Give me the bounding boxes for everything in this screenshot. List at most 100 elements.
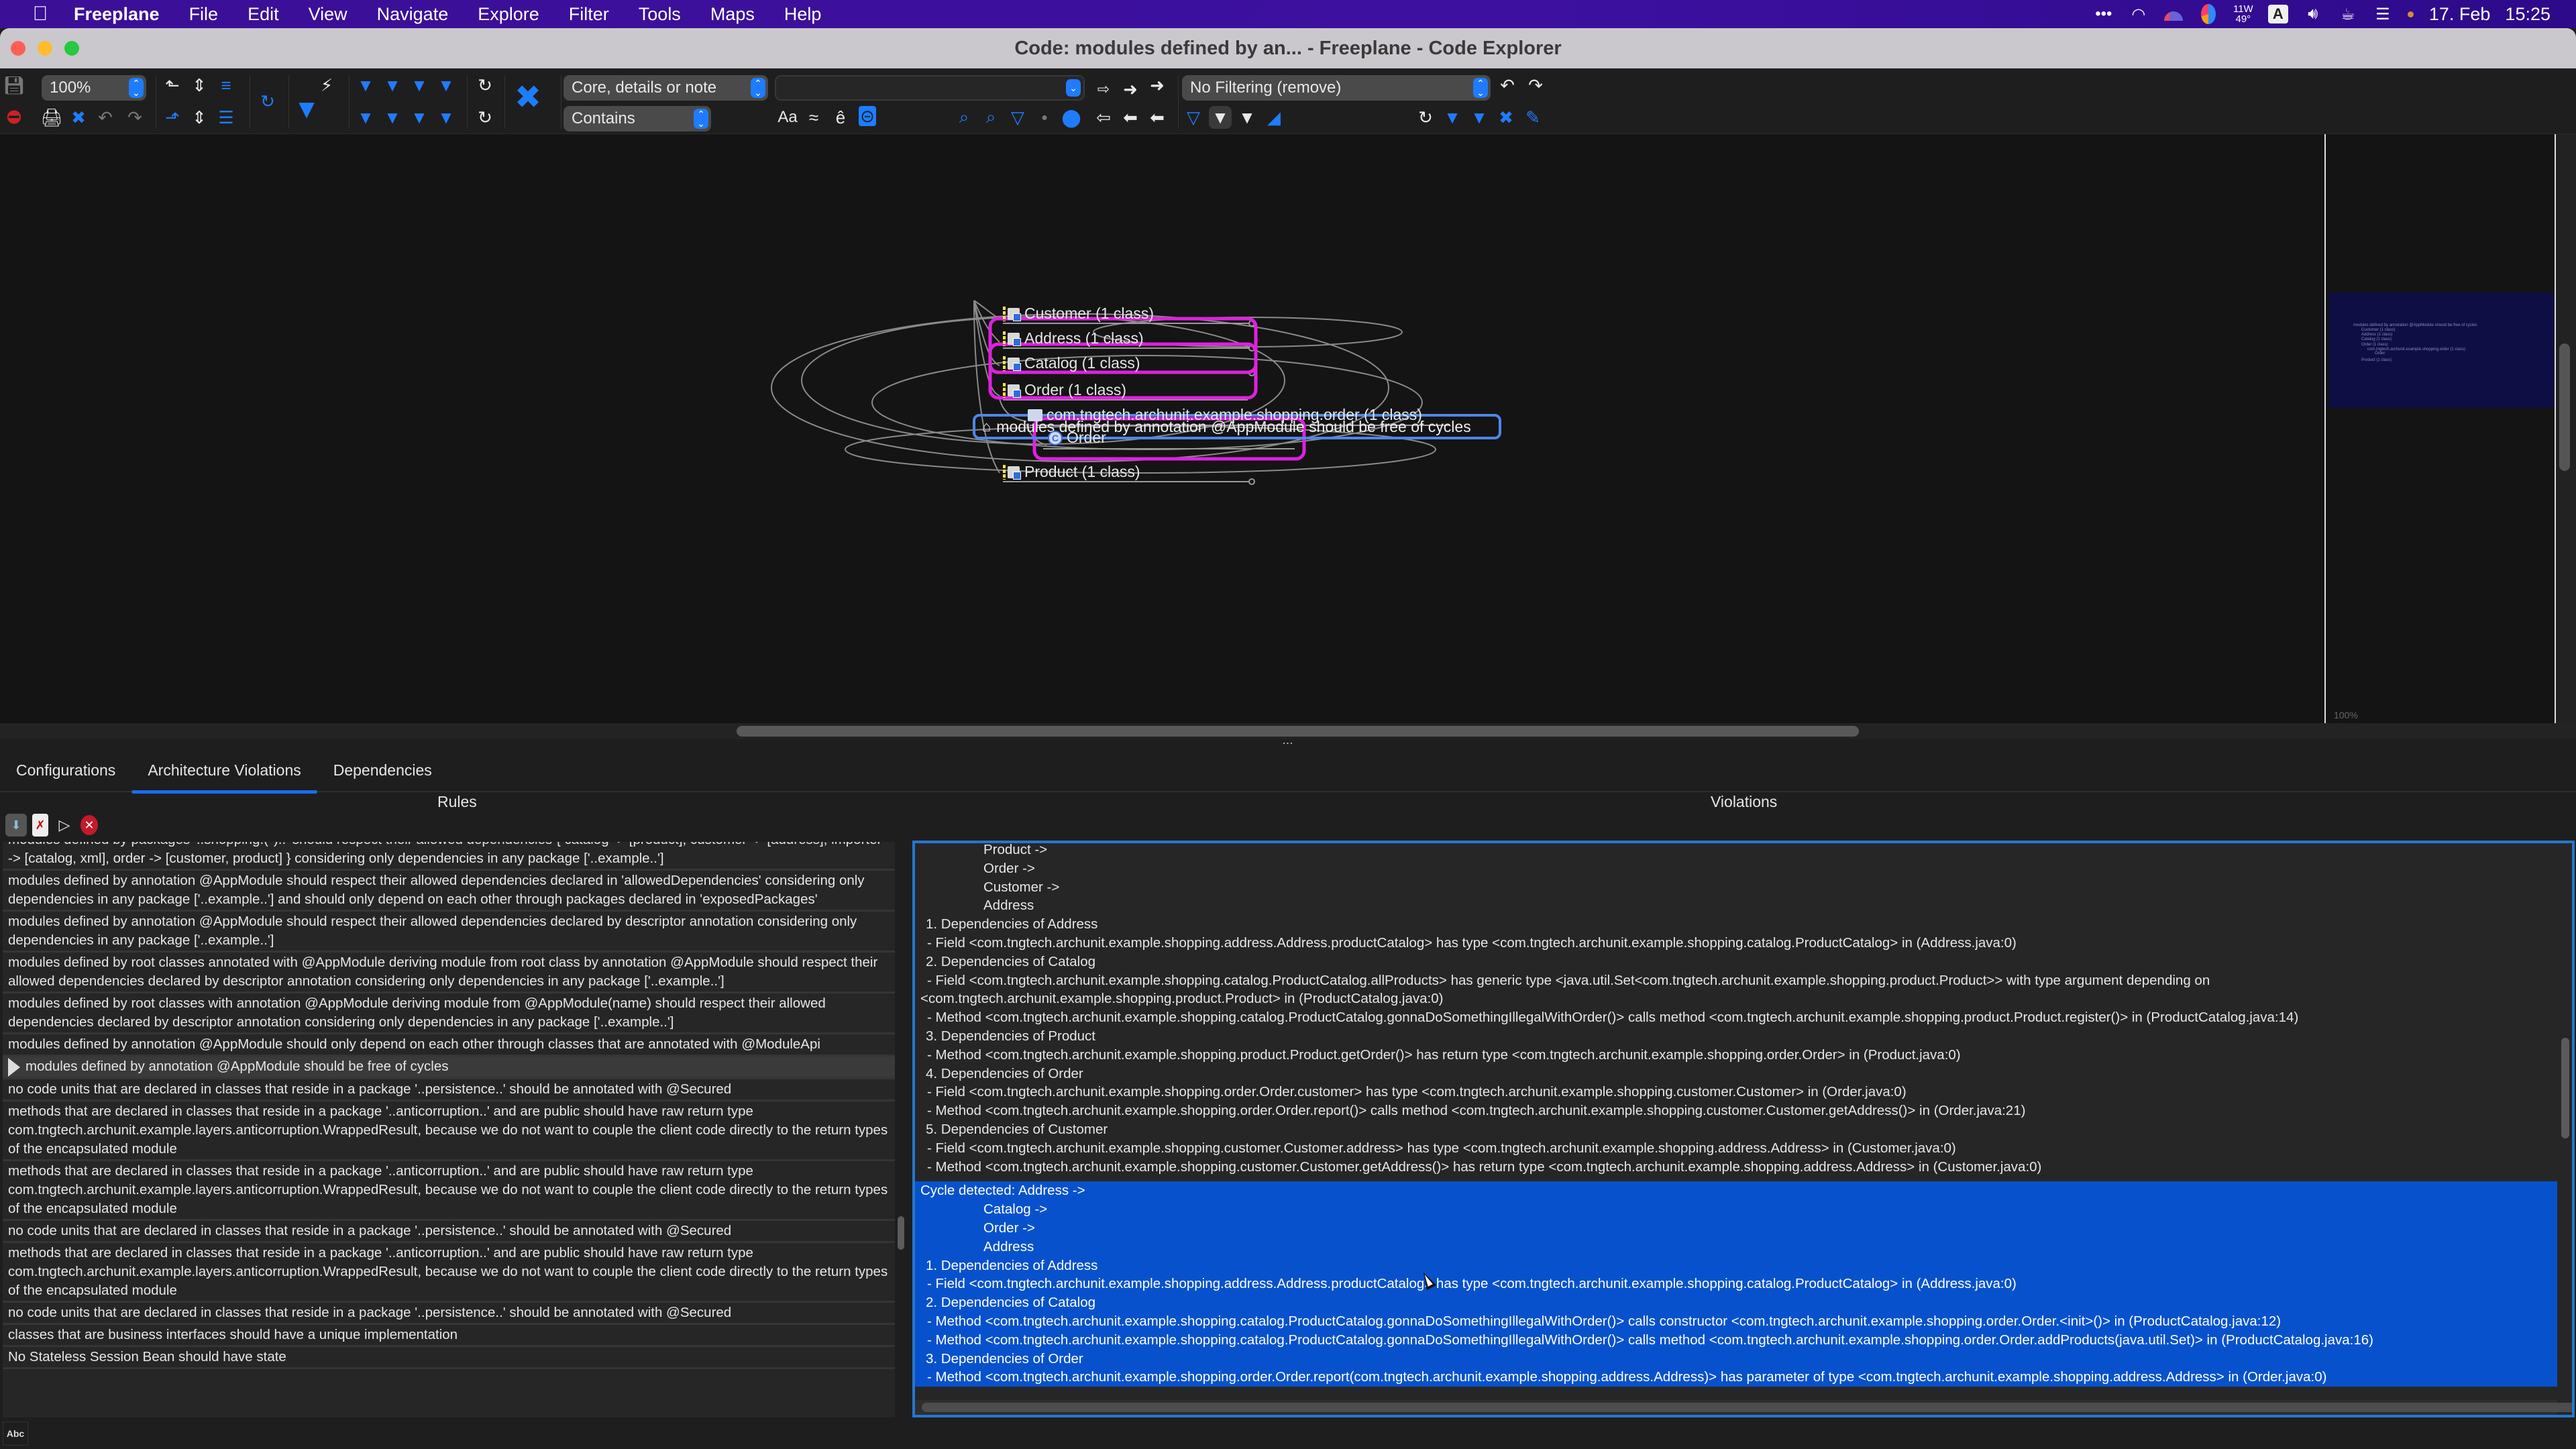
filter-ancestors-toggle-icon[interactable]: ▼ — [1209, 106, 1232, 129]
filter-flash-icon[interactable]: ▽ — [1006, 106, 1029, 129]
search-mode-select[interactable]: Contains ⌃ ⌄ — [564, 106, 711, 131]
menu-filter[interactable]: Filter — [569, 4, 609, 25]
filter-undo-icon[interactable]: ↶ — [1496, 74, 1519, 97]
menu-edit[interactable]: Edit — [248, 4, 279, 25]
filter-ancestors-icon[interactable]: ▼ — [354, 106, 377, 129]
split-pane-handle[interactable]: ⋯ — [1278, 739, 1298, 750]
filter-descendants-toggle-icon[interactable]: ▼ — [1236, 106, 1258, 129]
weather-widget[interactable]: 11W 49° — [2233, 4, 2253, 24]
rule-item[interactable]: modules defined by root classes with ann… — [3, 994, 895, 1034]
tab-configurations[interactable]: Configurations — [0, 755, 131, 792]
go-back-outline-icon[interactable]: ⇦ — [1092, 106, 1115, 129]
rule-item[interactable]: no code units that are declared in class… — [3, 1303, 895, 1325]
scrollbar-thumb[interactable] — [922, 1403, 2572, 1412]
rule-item[interactable]: modules defined by annotation @AppModule… — [3, 912, 895, 953]
menu-app-freeplane[interactable]: Freeplane — [74, 4, 160, 25]
search-input[interactable]: ⌄ — [775, 75, 1085, 101]
rule-item[interactable]: no code units that are declared in class… — [3, 1221, 895, 1243]
search-scope-select[interactable]: Core, details or note ⌃ ⌄ — [564, 75, 768, 101]
wifi-icon[interactable]: ◠ — [2129, 4, 2149, 24]
zoom-spinner-icon[interactable]: ⌃ ⌄ — [129, 78, 144, 98]
filter-ancestors-add-icon[interactable]: ▼ — [354, 74, 377, 97]
violations-horizontal-scrollbar[interactable] — [915, 1400, 2572, 1415]
clear-filter-icon[interactable]: ✖ — [515, 80, 541, 115]
filter-select[interactable]: No Filtering (remove) ⌃ ⌄ — [1182, 75, 1491, 101]
collapse-icon[interactable]: ☰ — [215, 106, 237, 129]
filter-link-icon[interactable]: ⬤ — [1060, 106, 1083, 129]
connectors-icon[interactable]: ↻ — [256, 90, 279, 113]
expand-icon[interactable]: ≡ — [215, 74, 237, 97]
menu-navigate[interactable]: Navigate — [377, 4, 449, 25]
zoom-select[interactable]: 100% ⌃ ⌄ — [42, 75, 146, 101]
scrollbar-thumb[interactable] — [2559, 343, 2570, 471]
move-node-up-icon[interactable]: ⇕ — [188, 74, 211, 97]
rules-scrollbar[interactable] — [896, 842, 907, 1417]
approximate-match-toggle[interactable]: ≈ — [802, 106, 825, 129]
find-all-icon[interactable]: ➜ — [1146, 74, 1169, 97]
filter-both-add-icon[interactable]: ▼ — [408, 74, 431, 97]
tab-architecture-violations[interactable]: Architecture Violations — [131, 755, 318, 794]
search-scope-spinner-icon[interactable]: ⌃ ⌄ — [751, 78, 765, 98]
undo-icon[interactable]: ↶ — [94, 106, 117, 129]
violation-block[interactable]: Product -> Order -> Customer -> Address 1. D… — [915, 843, 2557, 1181]
run-rule-play-icon[interactable] — [8, 1057, 20, 1077]
unfold-all-icon[interactable]: ⬏ — [161, 106, 184, 129]
amphetamine-cup-icon[interactable]: ☕︎ — [2338, 4, 2358, 24]
violations-vertical-scrollbar-thumb[interactable] — [2561, 1038, 2569, 1138]
menu-explore[interactable]: Explore — [478, 4, 539, 25]
remove-filter-icon[interactable]: ✖ — [1495, 106, 1517, 129]
scrollbar-thumb[interactable] — [898, 1216, 904, 1250]
filter-stacked-icon[interactable]: ▼ — [1468, 106, 1491, 129]
node-order-class[interactable]: C Order — [1048, 429, 1106, 447]
node-order-module[interactable]: Order (1 class) — [1003, 381, 1126, 399]
text-mode-indicator[interactable]: Abc — [3, 1421, 28, 1446]
rule-item[interactable]: No Stateless Session Bean should have st… — [3, 1347, 895, 1369]
search-history-dropdown-icon[interactable]: ⌄ — [1066, 79, 1081, 97]
menu-maps[interactable]: Maps — [710, 4, 755, 25]
volume-icon[interactable]: 🔊︎ — [2303, 4, 2323, 24]
disk-usage-icon[interactable] — [2163, 4, 2184, 24]
time-label[interactable]: 15:25 — [2505, 4, 2551, 25]
tab-dependencies[interactable]: Dependencies — [317, 755, 448, 792]
move-node-down-icon[interactable]: ⇕ — [188, 106, 211, 129]
map-horizontal-scrollbar[interactable] — [0, 723, 2576, 739]
ellipsis-icon[interactable]: ••• — [2094, 4, 2114, 24]
node-customer[interactable]: Customer (1 class) — [1003, 305, 1154, 323]
rule-item[interactable]: modules defined by annotation @AppModule… — [3, 871, 895, 912]
rule-item[interactable]: classes that are business interfaces sho… — [3, 1325, 895, 1347]
fold-all-icon[interactable]: ⬑ — [161, 74, 184, 97]
menu-tools[interactable]: Tools — [639, 4, 681, 25]
violations-list[interactable]: Product -> Order -> Customer -> Address 1. D… — [912, 841, 2575, 1417]
search-select-all-icon[interactable]: ⌕ — [979, 106, 1002, 129]
filter-selected-icon[interactable]: ▽ — [1182, 106, 1205, 129]
cpu-pie-icon[interactable] — [2198, 4, 2218, 24]
redo-icon[interactable]: ↷ — [123, 106, 146, 129]
rule-item[interactable]: methods that are declared in classes tha… — [3, 1243, 895, 1303]
mind-map-canvas[interactable]: ⌂ modules defined by annotation @AppModu… — [0, 134, 2324, 728]
cancel-run-icon[interactable]: ✕ — [80, 815, 98, 835]
filter-all-add-icon[interactable]: ▼ — [435, 74, 458, 97]
refresh-selection-icon[interactable]: ↻ — [474, 106, 496, 129]
go-back-all-icon[interactable]: ⬅ — [1146, 106, 1169, 129]
filter-hide-icon[interactable]: ◢ — [1263, 106, 1285, 129]
edit-filter-icon[interactable]: ✎ — [1521, 106, 1544, 129]
apple-logo-icon[interactable]:  — [27, 3, 54, 25]
filter-descendants-add-icon[interactable]: ▼ — [381, 74, 404, 97]
rule-item[interactable]: methods that are declared in classes tha… — [3, 1161, 895, 1221]
rule-item[interactable]: methods that are declared in classes tha… — [3, 1102, 895, 1161]
reapply-filter-icon[interactable]: ↻ — [1414, 106, 1437, 129]
close-map-icon[interactable]: ✖ — [67, 106, 90, 129]
save-icon[interactable]: 💾︎ — [3, 74, 25, 97]
menu-file[interactable]: File — [189, 4, 219, 25]
filter-descendants-icon[interactable]: ▼ — [381, 106, 404, 129]
quick-filter-flash-icon[interactable]: ⚡︎ — [315, 74, 338, 97]
rule-item[interactable]: modules defined by packages '..shopping.… — [3, 842, 895, 871]
overview-viewport[interactable]: modules defined by annotation @AppModule… — [2329, 292, 2554, 408]
rule-item[interactable]: modules defined by annotation @AppModule… — [3, 1034, 895, 1057]
violation-block[interactable]: Cycle detected: Address -> Catalog -> Orde… — [915, 1181, 2557, 1387]
delete-rules-icon[interactable]: ✗ — [32, 814, 48, 837]
stop-sign-icon[interactable]: ⛔︎ — [3, 106, 25, 129]
find-next-icon[interactable]: ➜ — [1119, 78, 1142, 101]
scrollbar-thumb[interactable] — [737, 726, 1859, 737]
rule-item[interactable]: modules defined by root classes annotate… — [3, 953, 895, 994]
